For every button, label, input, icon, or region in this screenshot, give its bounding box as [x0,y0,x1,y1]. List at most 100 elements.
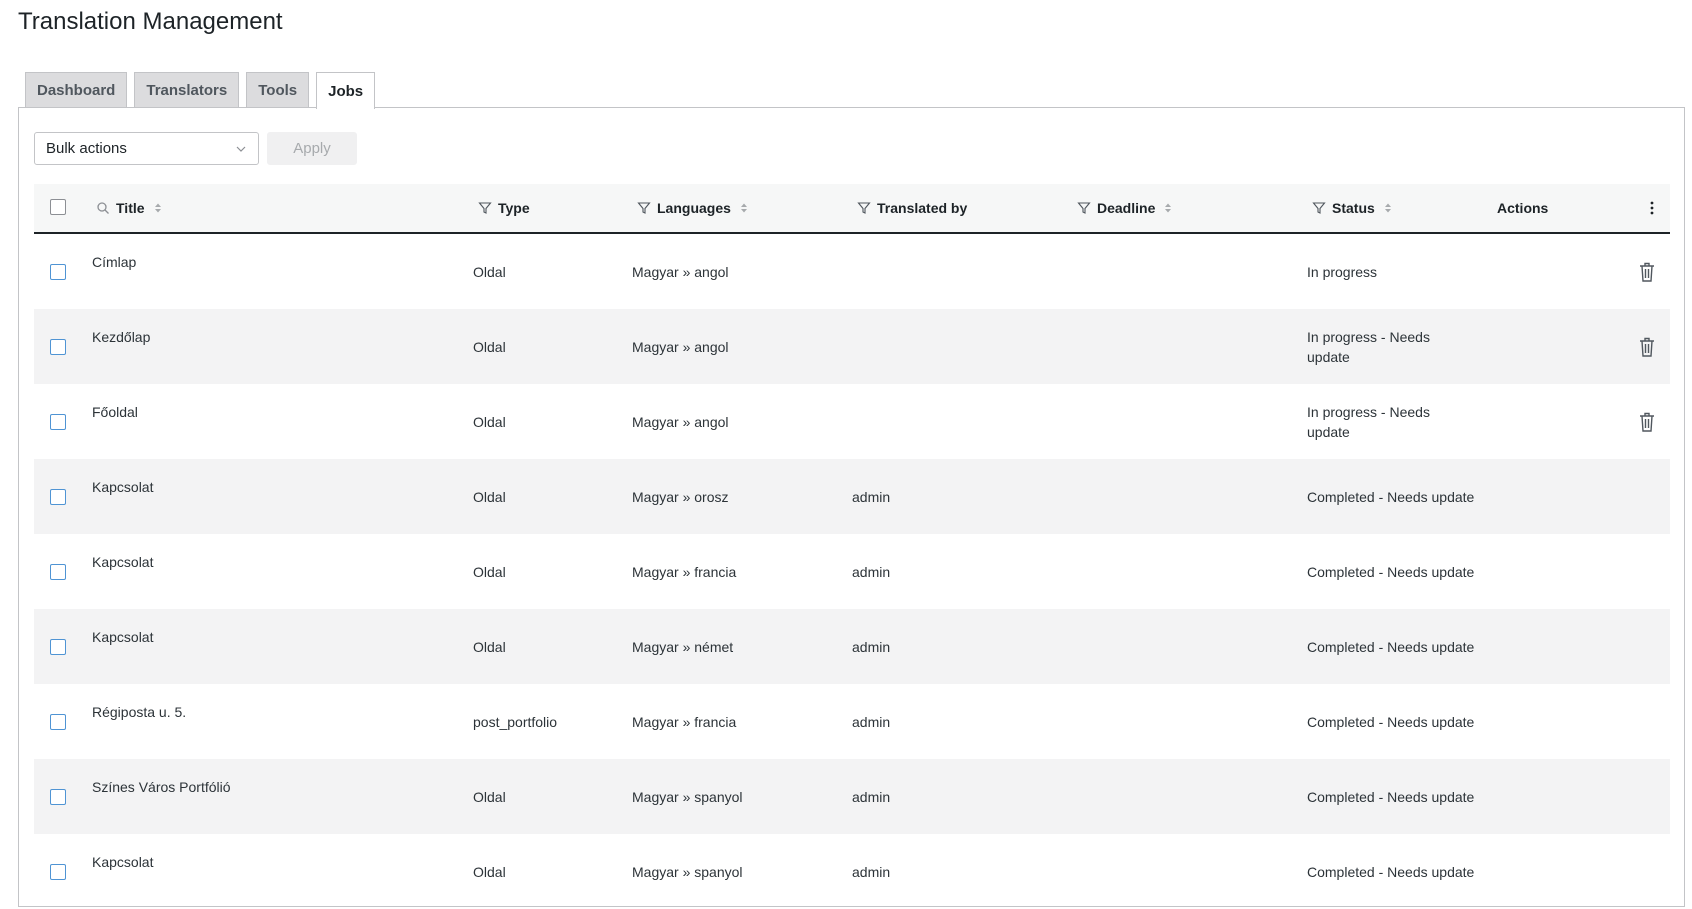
trash-icon[interactable] [1637,336,1657,358]
filter-icon[interactable] [857,201,871,215]
cell-languages: Magyar » spanyol [632,864,743,880]
chevron-down-icon [236,146,246,152]
table-row: Kapcsolat Oldal Magyar » spanyol admin C… [34,834,1670,909]
trash-icon[interactable] [1637,261,1657,283]
tab-dashboard[interactable]: Dashboard [25,72,128,108]
cell-languages: Magyar » angol [632,264,729,280]
cell-title[interactable]: Főoldal [92,402,138,422]
cell-type: Oldal [473,414,506,430]
column-title-label: Title [116,200,145,216]
sort-icon[interactable] [737,201,751,215]
table-row: Kapcsolat Oldal Magyar » francia admin C… [34,534,1670,609]
cell-status: In progress - Needs update [1307,404,1430,440]
cell-title[interactable]: Színes Város Portfólió [92,777,231,797]
trash-icon[interactable] [1637,411,1657,433]
jobs-table: Title Type Languages Translated by Deadl… [34,184,1670,909]
cell-type: Oldal [473,864,506,880]
cell-status: Completed - Needs update [1307,714,1475,730]
cell-title[interactable]: Régiposta u. 5. [92,702,186,722]
cell-languages: Magyar » orosz [632,489,729,505]
bulk-actions-value: Bulk actions [46,140,127,157]
filter-icon[interactable] [478,201,492,215]
more-vertical-icon[interactable] [1644,200,1660,216]
cell-languages: Magyar » angol [632,339,729,355]
cell-type: post_portfolio [473,714,558,730]
tab-translators[interactable]: Translators [134,72,240,108]
row-checkbox[interactable] [50,864,66,880]
cell-status: In progress [1307,264,1378,280]
column-actions: Actions [1491,184,1554,232]
cell-status: Completed - Needs update [1307,789,1475,805]
sort-icon[interactable] [1381,201,1395,215]
column-title[interactable]: Title [96,184,165,232]
tab-bar: Dashboard Translators Tools Jobs [25,72,382,109]
apply-button[interactable]: Apply [267,132,357,165]
cell-translated-by: admin [852,789,891,805]
cell-title[interactable]: Kapcsolat [92,477,153,497]
cell-status: Completed - Needs update [1307,489,1475,505]
row-checkbox[interactable] [50,714,66,730]
search-icon[interactable] [96,201,110,215]
cell-title[interactable]: Kapcsolat [92,627,153,647]
row-checkbox[interactable] [50,339,66,355]
cell-status: In progress - Needs update [1307,329,1430,365]
cell-type: Oldal [473,264,506,280]
cell-title[interactable]: Címlap [92,252,136,272]
column-status[interactable]: Status [1312,184,1395,232]
row-checkbox[interactable] [50,639,66,655]
row-checkbox[interactable] [50,264,66,280]
cell-translated-by: admin [852,864,891,880]
cell-type: Oldal [473,639,506,655]
filter-icon[interactable] [1077,201,1091,215]
row-checkbox[interactable] [50,489,66,505]
table-row: Főoldal Oldal Magyar » angol In progress… [34,384,1670,459]
filter-icon[interactable] [637,201,651,215]
table-row: Kapcsolat Oldal Magyar » orosz admin Com… [34,459,1670,534]
bulk-actions-select[interactable]: Bulk actions [34,132,259,165]
cell-status: Completed - Needs update [1307,639,1475,655]
filter-icon[interactable] [1312,201,1326,215]
cell-languages: Magyar » német [632,639,734,655]
sort-icon[interactable] [1161,201,1175,215]
column-translated-by[interactable]: Translated by [857,184,973,232]
table-row: Színes Város Portfólió Oldal Magyar » sp… [34,759,1670,834]
tab-jobs[interactable]: Jobs [316,72,376,109]
column-status-label: Status [1332,200,1375,216]
cell-languages: Magyar » francia [632,564,737,580]
page-title: Translation Management [18,8,283,35]
table-row: Régiposta u. 5. post_portfolio Magyar » … [34,684,1670,759]
sort-icon[interactable] [151,201,165,215]
cell-translated-by: admin [852,489,891,505]
tab-tools[interactable]: Tools [246,72,310,108]
cell-type: Oldal [473,789,506,805]
cell-translated-by: admin [852,714,891,730]
column-languages[interactable]: Languages [637,184,751,232]
column-languages-label: Languages [657,200,731,216]
table-row: Kezdőlap Oldal Magyar » angol In progres… [34,309,1670,384]
cell-title[interactable]: Kezdőlap [92,327,150,347]
cell-title[interactable]: Kapcsolat [92,552,153,572]
row-checkbox[interactable] [50,414,66,430]
cell-languages: Magyar » spanyol [632,789,743,805]
cell-translated-by: admin [852,639,891,655]
table-row: Kapcsolat Oldal Magyar » német admin Com… [34,609,1670,684]
jobs-panel: Bulk actions Apply Title Type Languages [18,107,1685,907]
row-checkbox[interactable] [50,564,66,580]
cell-languages: Magyar » angol [632,414,729,430]
select-all-checkbox[interactable] [50,199,66,215]
table-header: Title Type Languages Translated by Deadl… [34,184,1670,234]
column-deadline[interactable]: Deadline [1077,184,1175,232]
row-checkbox[interactable] [50,789,66,805]
cell-status: Completed - Needs update [1307,864,1475,880]
column-deadline-label: Deadline [1097,200,1156,216]
column-translated-by-label: Translated by [877,200,968,216]
column-type-label: Type [498,200,530,216]
cell-type: Oldal [473,489,506,505]
cell-title[interactable]: Kapcsolat [92,852,153,872]
cell-status: Completed - Needs update [1307,564,1475,580]
column-type[interactable]: Type [478,184,536,232]
table-body: Címlap Oldal Magyar » angol In progress … [34,234,1670,909]
cell-type: Oldal [473,339,506,355]
cell-type: Oldal [473,564,506,580]
cell-languages: Magyar » francia [632,714,737,730]
